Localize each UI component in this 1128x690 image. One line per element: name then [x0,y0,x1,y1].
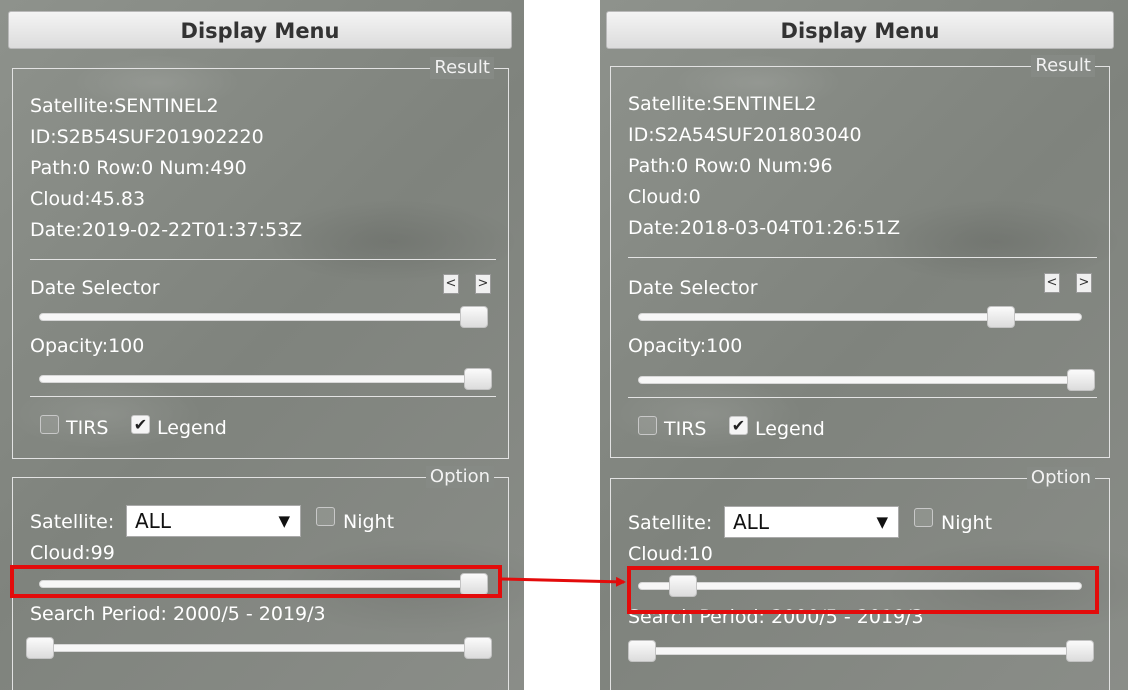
arrow-line [501,576,626,587]
arrow-connector [501,576,626,587]
